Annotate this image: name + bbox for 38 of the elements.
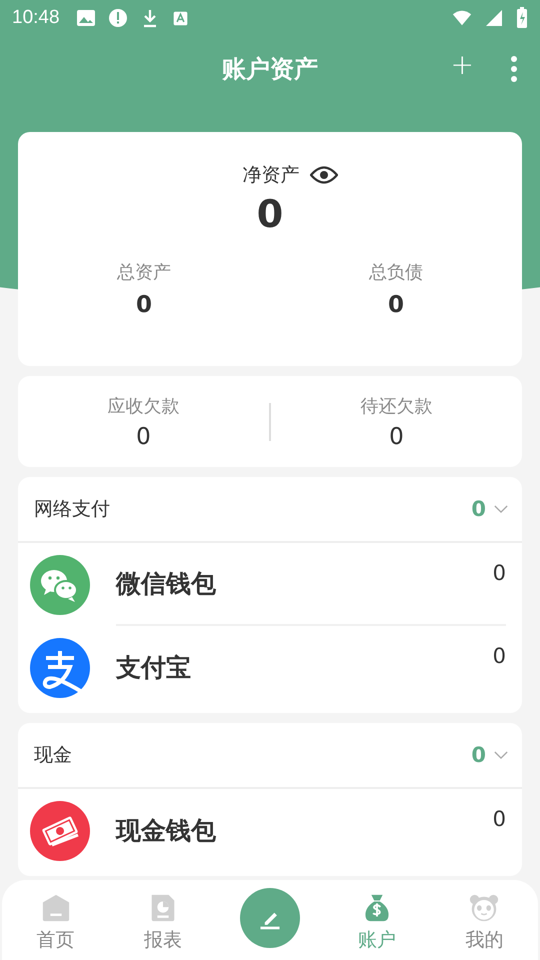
account-name[interactable]: 微信钱包 [116,567,493,600]
debt-value: 0 [136,424,151,450]
page-title: 账户资产 [222,54,318,85]
more-icon[interactable] [511,56,517,82]
add-button[interactable]: + [444,48,480,81]
group-title: 网络支付 [34,497,111,522]
group-total: 0 [471,743,486,767]
account-balance: 0 [492,644,506,668]
group-total: 0 [471,497,486,521]
net-assets-value: 0 [256,192,284,236]
stat-label: 总资产 [117,261,171,284]
chevron-down-icon[interactable] [494,504,508,514]
net-assets-label: 净资产 [242,163,300,188]
wifi-icon [452,8,472,28]
signal-icon [484,8,504,28]
nav-tab[interactable]: 报表 [140,887,186,953]
debt-value: 0 [389,424,404,450]
status-time: 10:48 [12,7,60,29]
nav-tab[interactable]: 我的 [461,887,508,953]
stat-value: 0 [388,292,404,318]
eye-icon[interactable] [310,166,338,184]
nav-tab[interactable]: 首页 [32,887,79,953]
account-balance: 0 [492,807,506,831]
stat-value: 0 [136,292,152,318]
account-name[interactable]: 支付宝 [116,651,493,684]
account-name[interactable]: 现金钱包 [116,814,493,847]
alert-icon [108,8,128,28]
nav-tab[interactable]: 账户 [354,887,400,953]
group-title: 现金 [34,743,73,768]
panda-icon [469,893,500,923]
chevron-down-icon[interactable] [494,750,508,760]
account-balance: 0 [492,561,506,585]
stat-label: 总负债 [369,261,423,284]
debt-label: 待还欠款 [360,394,432,418]
debt-label: 应收欠款 [108,394,180,418]
image-icon [76,8,96,28]
battery-icon [516,7,528,29]
house-icon [40,893,71,923]
